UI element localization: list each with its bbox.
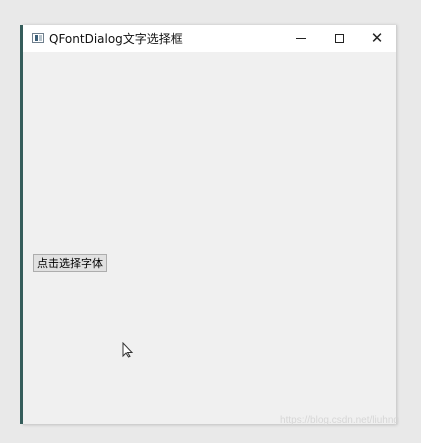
select-font-button[interactable]: 点击选择字体: [33, 254, 107, 272]
window-client-area: 点击选择字体: [23, 52, 396, 424]
screen: QFontDialog文字选择框 ✕ 点击选择字体 https://blog.c…: [0, 0, 421, 443]
window-title: QFontDialog文字选择框: [49, 32, 183, 46]
close-icon: ✕: [370, 29, 384, 47]
maximize-icon: [334, 34, 344, 43]
mouse-pointer-icon: [122, 342, 134, 358]
app-window: QFontDialog文字选择框 ✕ 点击选择字体: [20, 25, 397, 425]
window-titlebar[interactable]: QFontDialog文字选择框 ✕: [23, 25, 396, 53]
watermark-text: https://blog.csdn.net/liuhng: [280, 415, 399, 426]
minimize-icon: [296, 38, 306, 39]
close-button[interactable]: ✕: [358, 25, 396, 52]
minimize-button[interactable]: [282, 25, 320, 52]
maximize-button[interactable]: [320, 25, 358, 52]
app-icon: [32, 33, 44, 43]
